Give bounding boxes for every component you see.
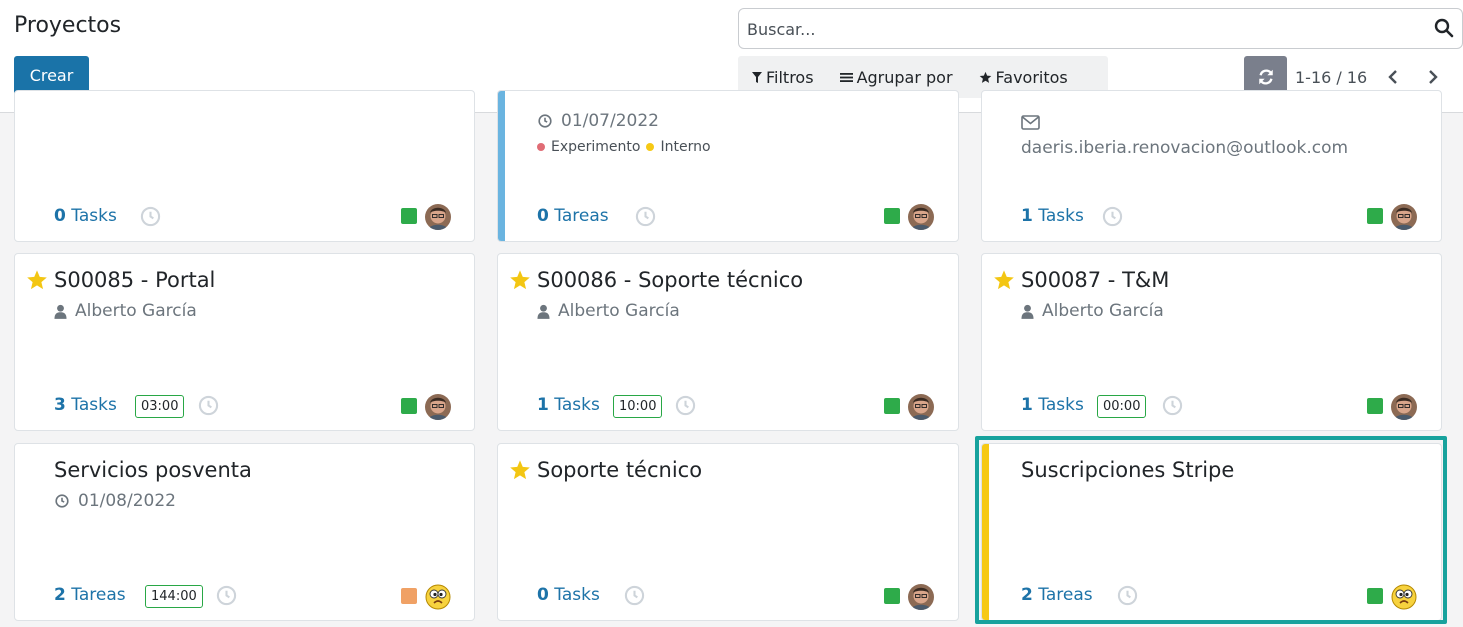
clock-icon[interactable] — [675, 395, 696, 416]
clock-icon[interactable] — [1162, 395, 1183, 416]
project-card[interactable]: Soporte técnico 0 Tasks — [497, 443, 959, 621]
tasks-link[interactable]: 1 Tasks — [537, 395, 600, 415]
groupby-label: Agrupar por — [856, 67, 953, 87]
filters-label: Filtros — [766, 67, 814, 87]
tasks-link[interactable]: 0 Tareas — [537, 206, 609, 226]
search-bar — [738, 8, 1463, 49]
favorite-star-icon[interactable] — [509, 269, 531, 291]
project-card[interactable]: 0 Tasks — [14, 90, 475, 242]
project-card[interactable]: Suscripciones Stripe 2 Tareas — [981, 443, 1442, 621]
color-stripe — [498, 91, 505, 241]
project-card[interactable]: S00087 - T&M Alberto García 1 Tasks 00:0… — [981, 253, 1442, 431]
status-color-green[interactable] — [1367, 588, 1383, 604]
tasks-link[interactable]: 1 Tasks — [1021, 395, 1084, 415]
search-input[interactable] — [747, 17, 1427, 41]
project-date: 01/07/2022 — [537, 111, 659, 131]
clock-icon[interactable] — [216, 585, 237, 606]
refresh-icon — [1258, 69, 1273, 85]
tasks-link[interactable]: 0 Tasks — [54, 206, 117, 226]
tags-list: Experimento Interno — [537, 139, 711, 155]
status-color-orange[interactable] — [401, 588, 417, 604]
status-color-green[interactable] — [1367, 208, 1383, 224]
project-card[interactable]: 01/07/2022 Experimento Interno 0 Tareas — [497, 90, 959, 242]
status-color-green[interactable] — [884, 398, 900, 414]
tasks-link[interactable]: 1 Tasks — [1021, 206, 1084, 226]
clock-icon[interactable] — [624, 585, 645, 606]
clock-icon[interactable] — [1117, 585, 1138, 606]
user-avatar[interactable] — [1391, 204, 1417, 230]
project-name: Suscripciones Stripe — [1021, 458, 1235, 482]
user-icon — [54, 304, 67, 319]
clock-icon[interactable] — [635, 206, 656, 227]
project-name: Servicios posventa — [54, 458, 252, 482]
tasks-link[interactable]: 3 Tasks — [54, 395, 117, 415]
project-manager: Alberto García — [54, 301, 197, 321]
project-name: S00085 - Portal — [54, 268, 216, 292]
user-icon — [537, 304, 550, 319]
project-manager: Alberto García — [1021, 301, 1164, 321]
user-avatar[interactable] — [425, 394, 451, 420]
color-stripe — [982, 444, 989, 620]
project-name: Soporte técnico — [537, 458, 703, 482]
project-date: 01/08/2022 — [54, 491, 176, 511]
status-color-green[interactable] — [401, 208, 417, 224]
favorite-star-icon[interactable] — [26, 269, 48, 291]
project-name: S00086 - Soporte técnico — [537, 268, 804, 292]
allocated-hours-badge: 00:00 — [1097, 395, 1147, 418]
tasks-link[interactable]: 0 Tasks — [537, 585, 600, 605]
chevron-left-icon — [1388, 70, 1398, 84]
status-color-green[interactable] — [884, 588, 900, 604]
project-name: S00087 - T&M — [1021, 268, 1170, 292]
tasks-link[interactable]: 2 Tareas — [54, 585, 126, 605]
project-card[interactable]: Servicios posventa 01/08/2022 2 Tareas 1… — [14, 443, 475, 621]
favorites-label: Favoritos — [995, 67, 1068, 87]
user-icon — [1021, 304, 1034, 319]
clock-icon[interactable] — [198, 395, 219, 416]
user-avatar[interactable] — [908, 394, 934, 420]
tasks-link[interactable]: 2 Tareas — [1021, 585, 1093, 605]
status-color-green[interactable] — [1367, 398, 1383, 414]
status-color-green[interactable] — [401, 398, 417, 414]
partner-email: daeris.iberia.renovacion@outlook.com — [1021, 138, 1349, 158]
clock-icon — [54, 493, 70, 509]
filter-icon — [752, 71, 762, 83]
user-avatar[interactable] — [908, 584, 934, 610]
clock-icon — [537, 113, 553, 129]
favorite-star-icon[interactable] — [509, 459, 531, 481]
user-avatar[interactable] — [1391, 584, 1417, 610]
user-avatar[interactable] — [425, 584, 451, 610]
search-icon[interactable] — [1434, 18, 1454, 38]
clock-icon[interactable] — [1102, 206, 1123, 227]
tag: Interno — [660, 139, 711, 155]
user-avatar[interactable] — [425, 204, 451, 230]
page-title: Proyectos — [14, 13, 122, 38]
allocated-hours-badge: 10:00 — [613, 395, 663, 418]
allocated-hours-badge: 144:00 — [145, 585, 203, 608]
project-card[interactable]: S00085 - Portal Alberto García 3 Tasks 0… — [14, 253, 475, 431]
favorite-star-icon[interactable] — [993, 269, 1015, 291]
project-manager: Alberto García — [537, 301, 680, 321]
status-color-green[interactable] — [884, 208, 900, 224]
pager-value[interactable]: 1-16 / 16 — [1295, 68, 1367, 87]
project-card[interactable]: daeris.iberia.renovacion@outlook.com 1 T… — [981, 90, 1442, 242]
clock-icon[interactable] — [140, 206, 161, 227]
envelope-icon — [1021, 115, 1040, 130]
star-icon — [979, 71, 991, 83]
chevron-right-icon — [1429, 70, 1438, 84]
user-avatar[interactable] — [908, 204, 934, 230]
tag: Experimento — [551, 139, 641, 155]
user-avatar[interactable] — [1391, 394, 1417, 420]
allocated-hours-badge: 03:00 — [135, 395, 185, 418]
list-icon — [839, 72, 853, 82]
project-card[interactable]: S00086 - Soporte técnico Alberto García … — [497, 253, 959, 431]
